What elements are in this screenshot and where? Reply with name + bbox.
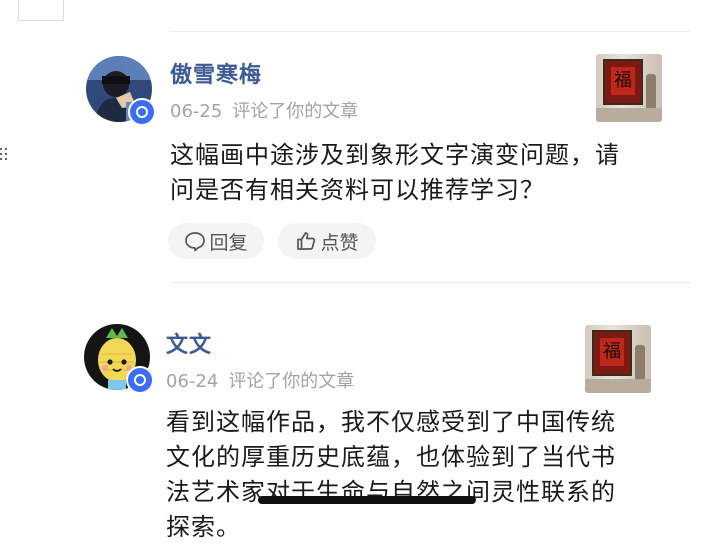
thumbs-up-icon: [295, 230, 317, 252]
comment-line: 这幅画中途涉及到象形文字演变问题，请: [170, 141, 620, 169]
comment-text: 看到这幅作品，我不仅感受到了中国传统 文化的厚重历史底蕴，也体验到了当代书 法艺…: [166, 405, 666, 545]
avatar[interactable]: [86, 56, 156, 126]
article-thumbnail[interactable]: 福: [596, 54, 662, 122]
comment-line: 文化的厚重历史底蕴，也体验到了当代书: [166, 443, 616, 471]
thumbnail-painting: 福: [592, 330, 632, 376]
comment-line: 法艺术家对于生命与自然之间灵性联系的: [166, 478, 616, 506]
comment-line: 看到这幅作品，我不仅感受到了中国传统: [166, 408, 616, 436]
comment-date: 06-25: [170, 101, 223, 122]
comment-line: 问是否有相关资料可以推荐学习？: [170, 176, 545, 204]
comment-meta: 06-24 评论了你的文章: [166, 367, 354, 393]
comment-action: 评论了你的文章: [228, 371, 355, 392]
avatar[interactable]: [84, 324, 154, 394]
divider-middle: [170, 282, 690, 283]
comment-date: 06-24: [166, 371, 219, 392]
reply-label: 回复: [209, 231, 248, 254]
comment-username[interactable]: 文文: [166, 327, 212, 359]
comment-username[interactable]: 傲雪寒梅: [170, 57, 262, 89]
verified-badge-icon: [126, 366, 154, 394]
verified-badge-icon: [128, 98, 156, 126]
drag-handle-icon[interactable]: [0, 148, 8, 164]
like-button[interactable]: 点赞: [278, 223, 376, 259]
thumbnail-character: 福: [611, 67, 635, 95]
comment-line: 探索。: [166, 513, 241, 541]
thumbnail-painting: 福: [603, 59, 643, 105]
thumbnail-lamp: [646, 74, 656, 110]
like-label: 点赞: [320, 231, 359, 254]
thumbnail-character: 福: [600, 338, 624, 366]
reply-button[interactable]: 回复: [168, 223, 264, 259]
thumbnail-lamp: [635, 345, 645, 381]
comment-action: 评论了你的文章: [232, 101, 359, 122]
divider-top: [170, 31, 690, 32]
thumbnail-floor: [596, 108, 662, 122]
comment-text: 这幅画中途涉及到象形文字演变问题，请 问是否有相关资料可以推荐学习？: [170, 138, 650, 208]
top-partial-box: [18, 0, 64, 21]
thumbnail-floor: [585, 379, 651, 393]
comment-meta: 06-25 评论了你的文章: [170, 97, 358, 123]
article-thumbnail[interactable]: 福: [585, 325, 651, 393]
home-indicator[interactable]: [258, 496, 476, 504]
notifications-page: 傲雪寒梅 06-25 评论了你的文章 福 这幅画中途涉及到象形文字演变问题，请 问…: [0, 0, 710, 551]
comment-bubble-icon: [184, 230, 206, 252]
